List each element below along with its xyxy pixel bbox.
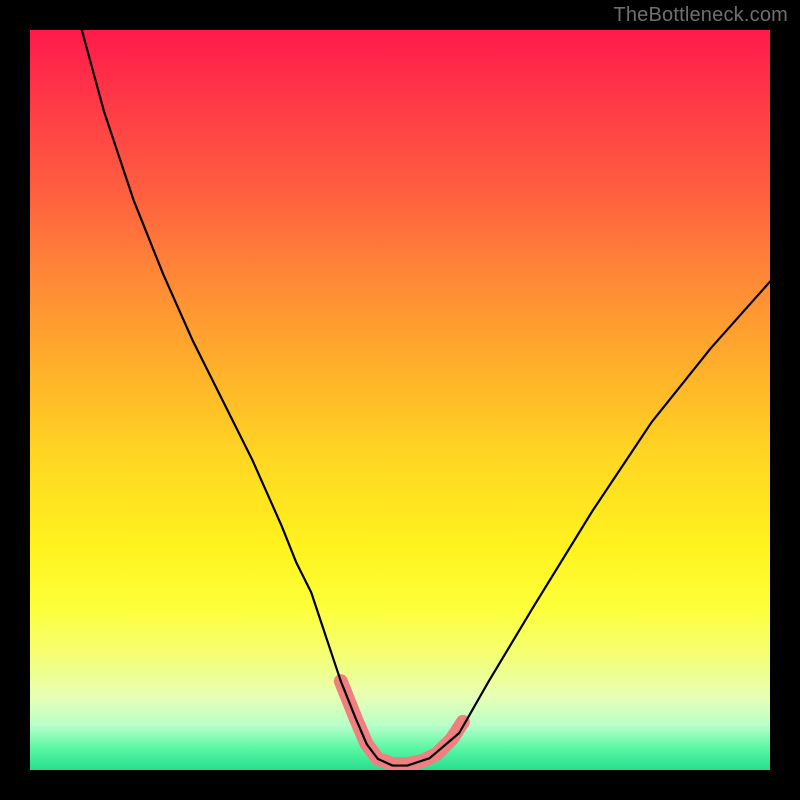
highlight-overlay — [341, 681, 463, 764]
chart-frame: TheBottleneck.com — [0, 0, 800, 800]
plot-area — [30, 30, 770, 770]
watermark-text: TheBottleneck.com — [613, 4, 788, 27]
plot-svg — [30, 30, 770, 770]
bottleneck-curve — [82, 30, 770, 766]
